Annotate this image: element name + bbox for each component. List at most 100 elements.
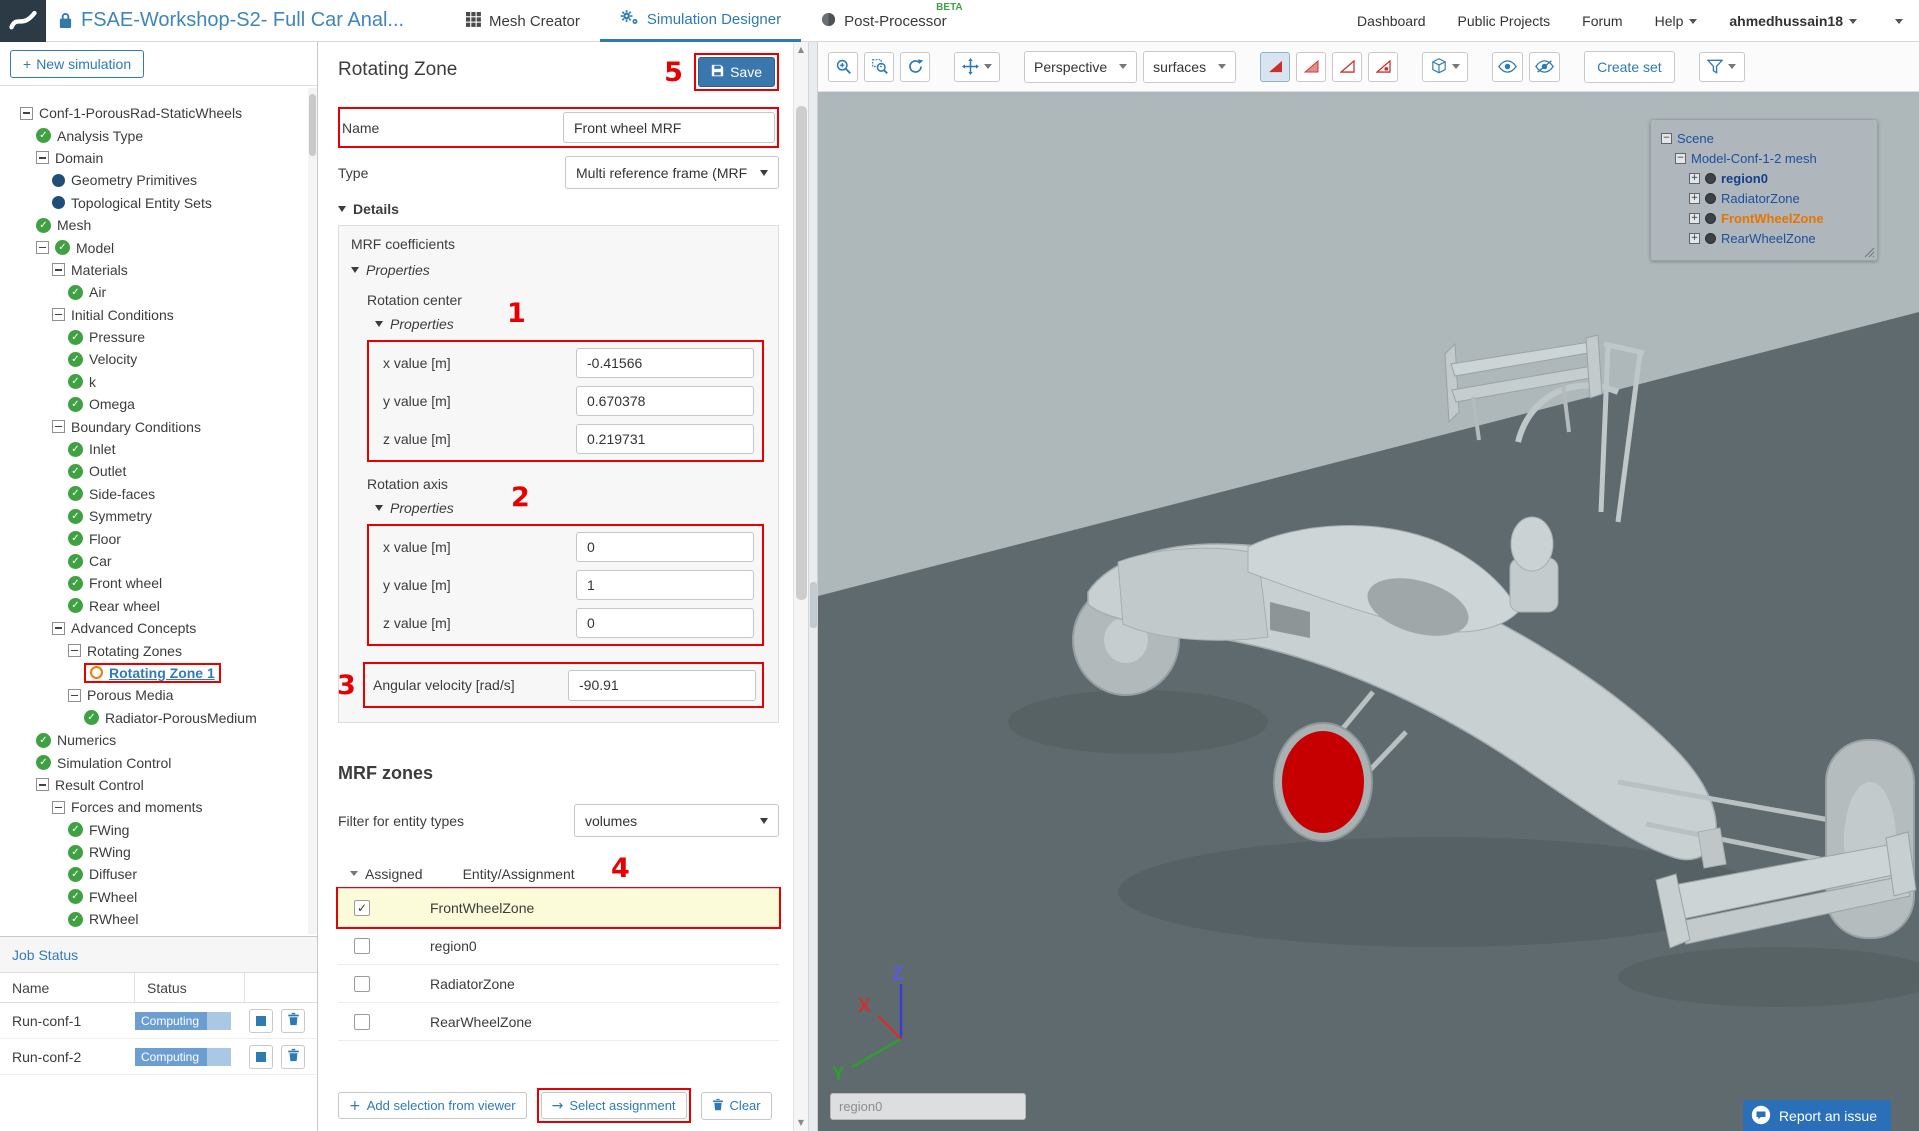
name-input[interactable]	[563, 112, 775, 143]
divider-handle[interactable]	[810, 582, 817, 628]
project-title[interactable]: FSAE-Workshop-S2- Full Car Anal...	[81, 9, 404, 32]
tree-item-label[interactable]: Analysis Type	[57, 128, 143, 144]
report-issue-button[interactable]: Report an issue	[1743, 1100, 1891, 1131]
tree-item-label[interactable]: Simulation Control	[57, 755, 171, 771]
tree-item-label[interactable]: Air	[89, 284, 106, 300]
collapse-icon[interactable]: −	[1661, 133, 1672, 144]
tree-item[interactable]: Domain	[0, 147, 307, 169]
mrf-zone-row[interactable]: RearWheelZone	[338, 1003, 779, 1041]
hide-selection-button[interactable]	[1529, 52, 1560, 82]
tree-item-label[interactable]: Rotating Zones	[87, 643, 182, 659]
tree-item-label[interactable]: Forces and moments	[71, 799, 203, 815]
tree-item-label[interactable]: Porous Media	[87, 687, 173, 703]
collapse-icon[interactable]	[36, 241, 49, 254]
tree-item[interactable]: Forces and moments	[0, 796, 307, 818]
refresh-button[interactable]	[900, 52, 930, 82]
clip-plane-button-1[interactable]	[1260, 52, 1290, 82]
scene-zone-label[interactable]: FrontWheelZone	[1721, 211, 1824, 226]
tree-item[interactable]: Geometry Primitives	[0, 169, 307, 191]
simscale-logo[interactable]	[0, 0, 46, 42]
mrf-zone-row[interactable]: RadiatorZone	[338, 965, 779, 1003]
nav-public-projects[interactable]: Public Projects	[1458, 13, 1551, 29]
clip-plane-button-2[interactable]	[1296, 52, 1326, 82]
tree-item-label[interactable]: Inlet	[89, 441, 115, 457]
tree-item[interactable]: Rotating Zone 1	[0, 662, 307, 684]
entity-column-header[interactable]: Entity/Assignment	[463, 866, 575, 882]
assigned-checkbox[interactable]	[354, 938, 370, 954]
tree-item[interactable]: Porous Media	[0, 684, 307, 706]
expand-icon[interactable]: +	[1689, 213, 1700, 224]
collapse-icon[interactable]	[68, 689, 81, 702]
pan-tool-button[interactable]	[954, 52, 1000, 82]
tree-item-label[interactable]: Side-faces	[89, 486, 155, 502]
collapse-icon[interactable]	[36, 778, 49, 791]
visibility-icon[interactable]	[1705, 193, 1716, 204]
tree-item[interactable]: ✓FWing	[0, 819, 307, 841]
entity-type-filter-select[interactable]: volumes	[574, 804, 779, 837]
collapse-icon[interactable]	[20, 107, 33, 120]
tree-item-label[interactable]: FWheel	[89, 889, 137, 905]
tree-item[interactable]: ✓Side-faces	[0, 483, 307, 505]
new-simulation-button[interactable]: +New simulation	[10, 50, 144, 78]
resize-handle-icon[interactable]	[1864, 247, 1875, 258]
show-all-button[interactable]	[1492, 52, 1523, 82]
tree-item[interactable]: ✓k	[0, 371, 307, 393]
delete-job-button[interactable]	[281, 1009, 305, 1033]
tree-item[interactable]: ✓Inlet	[0, 438, 307, 460]
tree-item[interactable]: ✓Front wheel	[0, 572, 307, 594]
type-select[interactable]: Multi reference frame (MRF	[565, 156, 779, 189]
property-input[interactable]	[576, 348, 754, 378]
collapse-icon[interactable]: −	[1675, 153, 1686, 164]
panel-scrollbar[interactable]: ▲ ▼	[793, 42, 808, 1131]
tree-item[interactable]: ✓RWing	[0, 841, 307, 863]
nav-dashboard[interactable]: Dashboard	[1357, 13, 1426, 29]
scene-zone-row[interactable]: +RadiatorZone	[1661, 188, 1867, 208]
assigned-checkbox[interactable]: ✓	[354, 900, 370, 916]
tree-item[interactable]: Boundary Conditions	[0, 415, 307, 437]
tree-item[interactable]: ✓Radiator-PorousMedium	[0, 707, 307, 729]
create-set-button[interactable]: Create set	[1584, 51, 1675, 83]
scene-zone-label[interactable]: region0	[1721, 171, 1768, 186]
tree-item-label[interactable]: Front wheel	[89, 575, 162, 591]
tree-item-label[interactable]: Result Control	[55, 777, 144, 793]
collapse-icon[interactable]	[52, 801, 65, 814]
render-mode-select[interactable]: surfaces	[1143, 51, 1236, 83]
tree-item-label[interactable]: Numerics	[57, 732, 116, 748]
zoom-in-button[interactable]	[828, 52, 858, 82]
nav-help[interactable]: Help	[1655, 13, 1698, 29]
details-toggle[interactable]: Details	[338, 201, 779, 217]
collapse-icon[interactable]	[52, 308, 65, 321]
tree-item-label[interactable]: RWing	[89, 844, 131, 860]
panel-viewer-divider[interactable]	[808, 42, 818, 1131]
scene-zone-row[interactable]: +RearWheelZone	[1661, 228, 1867, 248]
tree-item[interactable]: ✓Analysis Type	[0, 124, 307, 146]
property-input[interactable]	[576, 532, 754, 562]
tree-item[interactable]: Result Control	[0, 774, 307, 796]
tree-item-label[interactable]: Mesh	[57, 217, 91, 233]
tree-item[interactable]: Materials	[0, 259, 307, 281]
tree-item-label[interactable]: Diffuser	[89, 866, 137, 882]
tree-item-label[interactable]: RWheel	[89, 911, 139, 927]
tree-item[interactable]: ✓Omega	[0, 393, 307, 415]
tree-item[interactable]: Topological Entity Sets	[0, 192, 307, 214]
nav-more-menu[interactable]	[1889, 19, 1903, 24]
tree-item-label[interactable]: Materials	[71, 262, 128, 278]
tree-item-label[interactable]: Pressure	[89, 329, 145, 345]
tree-item[interactable]: ✓FWheel	[0, 886, 307, 908]
select-assignment-button[interactable]: →Select assignment	[541, 1092, 687, 1119]
assigned-checkbox[interactable]	[354, 976, 370, 992]
tree-item[interactable]: Advanced Concepts	[0, 617, 307, 639]
tree-item-label[interactable]: k	[89, 374, 96, 390]
projection-select[interactable]: Perspective	[1024, 51, 1137, 83]
scene-root-row[interactable]: − Scene	[1661, 128, 1867, 148]
scroll-down-icon[interactable]: ▼	[794, 1116, 808, 1130]
filter-button[interactable]	[1699, 52, 1745, 82]
selection-input[interactable]	[830, 1093, 1026, 1120]
properties-toggle[interactable]: Properties	[375, 316, 766, 332]
tree-item-label[interactable]: Advanced Concepts	[71, 620, 196, 636]
add-selection-button[interactable]: +Add selection from viewer	[338, 1092, 527, 1119]
tree-item[interactable]: ✓Numerics	[0, 729, 307, 751]
tree-item-label[interactable]: Topological Entity Sets	[71, 195, 212, 211]
tree-item[interactable]: ✓Model	[0, 236, 307, 258]
scrollbar-thumb[interactable]	[309, 94, 316, 156]
